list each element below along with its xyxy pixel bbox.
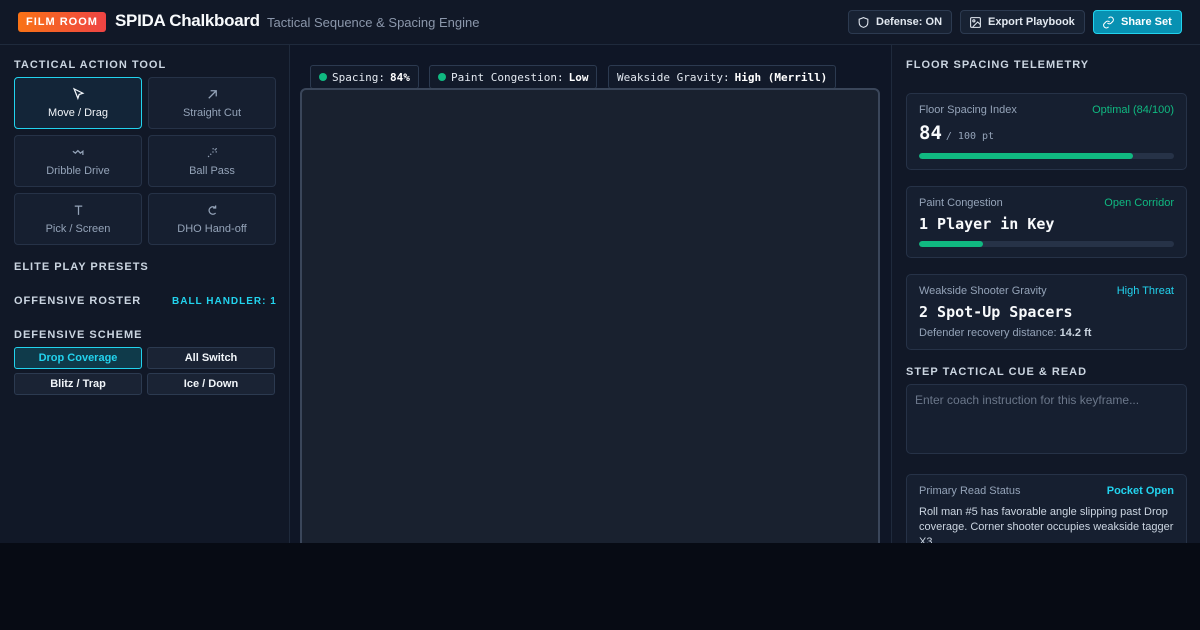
tool-label: Ball Pass — [189, 165, 235, 177]
tool-label: Dribble Drive — [46, 165, 110, 177]
bottom-backdrop — [0, 543, 1200, 630]
spacing-chip-key: Spacing: — [332, 70, 385, 84]
defense-toggle-button[interactable]: Defense: ON — [848, 10, 952, 34]
chalkboard-court-canvas[interactable] — [300, 88, 880, 543]
rotate-icon — [207, 205, 216, 215]
app-title: SPIDA Chalkboard — [115, 11, 260, 30]
court-area: Spacing: 84% Paint Congestion: Low Weaks… — [290, 45, 891, 543]
t-screen-icon — [74, 205, 82, 215]
floor-spacing-card: Floor Spacing Index Optimal (84/100) 84/… — [906, 93, 1187, 170]
read-description: Roll man #5 has favorable angle slipping… — [919, 506, 1174, 543]
export-playbook-button[interactable]: Export Playbook — [960, 10, 1085, 34]
right-panel: FLOOR SPACING TELEMETRY Floor Spacing In… — [891, 45, 1200, 543]
card-label: Paint Congestion — [919, 197, 1003, 209]
cursor-icon — [72, 87, 85, 101]
tool-ball-pass[interactable]: Ball Pass — [148, 135, 276, 187]
spacing-suffix: / 100 pt — [945, 131, 995, 142]
paint-chip-key: Paint Congestion: — [451, 70, 564, 84]
paint-congestion-value: 1 Player in Key — [919, 215, 1055, 233]
recovery-distance: Defender recovery distance: 14.2 ft — [919, 327, 1091, 339]
tool-pick-screen[interactable]: Pick / Screen — [14, 193, 142, 245]
share-set-button[interactable]: Share Set — [1093, 10, 1182, 34]
tool-label: Straight Cut — [182, 107, 242, 119]
dotted-pass-icon — [207, 148, 217, 158]
arrow-up-right-icon — [207, 90, 217, 99]
scheme-blitz-trap[interactable]: Blitz / Trap — [14, 373, 142, 395]
gravity-value: 2 Spot-Up Spacers — [919, 303, 1073, 321]
defensive-scheme-title: DEFENSIVE SCHEME — [14, 329, 143, 341]
status-badge: High Threat — [1116, 285, 1174, 297]
coach-instruction-input[interactable] — [906, 384, 1187, 454]
spacing-index-value: 84/ 100 pt — [919, 122, 994, 144]
status-badge: Open Corridor — [1104, 197, 1174, 209]
paint-congestion-chip: Paint Congestion: Low — [429, 65, 598, 89]
tool-dho-handoff[interactable]: DHO Hand-off — [148, 193, 276, 245]
tool-label: DHO Hand-off — [177, 223, 247, 235]
tool-label: Move / Drag — [48, 107, 108, 119]
scheme-all-switch[interactable]: All Switch — [147, 347, 275, 369]
app-subtitle: Tactical Sequence & Spacing Engine — [267, 15, 480, 30]
recovery-value: 14.2 ft — [1059, 327, 1092, 339]
paint-progress-fill — [919, 241, 983, 247]
spacing-chip-value: 84% — [389, 70, 410, 84]
spacing-progress-fill — [919, 153, 1134, 159]
scheme-ice-down[interactable]: Ice / Down — [147, 373, 275, 395]
weakside-gravity-chip: Weakside Gravity: High (Merrill) — [608, 65, 837, 89]
tactical-action-tool-title: TACTICAL ACTION TOOL — [14, 59, 167, 71]
weakside-gravity-card: Weakside Shooter Gravity High Threat 2 S… — [906, 274, 1187, 350]
recovery-label: Defender recovery distance: — [919, 327, 1057, 339]
export-label: Export Playbook — [988, 16, 1075, 28]
status-badge: Optimal (84/100) — [1092, 104, 1174, 116]
share-label: Share Set — [1121, 16, 1172, 28]
scheme-drop-coverage[interactable]: Drop Coverage — [14, 347, 142, 369]
image-icon — [970, 16, 981, 28]
defense-label: Defense: ON — [876, 16, 943, 28]
link-icon — [1103, 16, 1114, 28]
status-dot — [319, 73, 327, 81]
card-label: Floor Spacing Index — [919, 104, 1017, 116]
spacing-chip: Spacing: 84% — [310, 65, 419, 89]
paint-progress-bar — [919, 241, 1174, 247]
paint-congestion-card: Paint Congestion Open Corridor 1 Player … — [906, 186, 1187, 258]
shield-icon — [858, 16, 869, 28]
app-window: FILM ROOM SPIDA Chalkboard Tactical Sequ… — [0, 0, 1200, 543]
top-header: FILM ROOM SPIDA Chalkboard Tactical Sequ… — [0, 0, 1200, 45]
offensive-roster-title: OFFENSIVE ROSTER — [14, 295, 142, 307]
tactical-cue-title: STEP TACTICAL CUE & READ — [906, 366, 1088, 378]
primary-read-card: Primary Read Status Pocket Open Roll man… — [906, 474, 1187, 543]
tool-move-drag[interactable]: Move / Drag — [14, 77, 142, 129]
floor-spacing-telemetry-title: FLOOR SPACING TELEMETRY — [906, 59, 1090, 71]
gravity-chip-key: Weakside Gravity: — [617, 70, 730, 84]
zigzag-icon — [72, 149, 83, 155]
status-dot — [438, 73, 446, 81]
film-room-badge: FILM ROOM — [18, 12, 106, 32]
elite-play-presets-title[interactable]: ELITE PLAY PRESETS — [14, 261, 149, 273]
paint-chip-value: Low — [568, 70, 589, 84]
card-label: Primary Read Status — [919, 485, 1021, 497]
card-label: Weakside Shooter Gravity — [919, 285, 1047, 297]
spacing-progress-bar — [919, 153, 1174, 159]
tool-dribble-drive[interactable]: Dribble Drive — [14, 135, 142, 187]
tool-label: Pick / Screen — [45, 223, 111, 235]
left-panel: TACTICAL ACTION TOOL Move / Drag Straigh… — [0, 45, 290, 543]
ball-handler-indicator: BALL HANDLER: 1 — [172, 296, 277, 307]
tool-straight-cut[interactable]: Straight Cut — [148, 77, 276, 129]
gravity-chip-value: High (Merrill) — [734, 70, 828, 84]
status-badge: Pocket Open — [1106, 485, 1174, 497]
spacing-value: 84 — [919, 122, 942, 144]
